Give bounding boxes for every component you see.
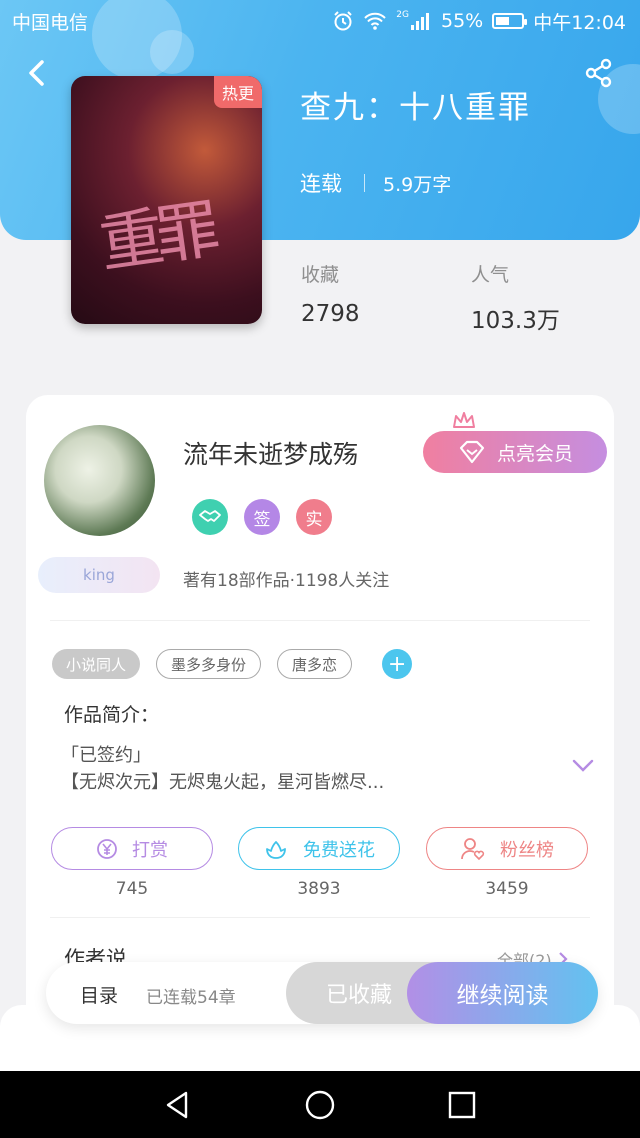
stat-label: 收藏	[301, 264, 340, 286]
chapter-count: 已连载54章	[146, 988, 236, 1008]
alarm-icon	[334, 11, 353, 31]
battery-percent: 55%	[441, 10, 484, 32]
author-works-info: 著有18部作品·1198人关注	[183, 571, 390, 591]
home-circle-icon[interactable]	[304, 1089, 336, 1121]
carrier-label: 中国电信	[12, 11, 89, 34]
fan-ranking-button[interactable]: 粉丝榜	[426, 827, 588, 870]
back-triangle-icon[interactable]	[162, 1089, 194, 1121]
book-cover[interactable]: 重罪 热更	[71, 76, 262, 324]
intro-title: 作品简介：	[64, 704, 160, 726]
fan-ranking-label: 粉丝榜	[500, 839, 554, 861]
divider	[50, 620, 590, 621]
author-name[interactable]: 流年未逝梦成殇	[183, 435, 358, 471]
stat-value: 2798	[301, 301, 360, 327]
bottom-action-bar: 目录 已连载54章 已收藏 继续阅读	[46, 962, 598, 1024]
verified-badge: 实	[296, 499, 332, 535]
hot-update-badge: 热更	[213, 76, 262, 108]
signal-icon	[411, 13, 429, 30]
book-title: 查九：十八重罪	[300, 90, 531, 126]
stat-popularity: 人气 103.3万	[471, 260, 560, 335]
tag-item[interactable]: 墨多多身份	[156, 649, 262, 679]
author-avatar[interactable]	[44, 425, 155, 536]
wifi-icon	[364, 12, 387, 30]
divider	[364, 174, 365, 192]
battery-icon	[492, 13, 528, 29]
stat-label: 人气	[471, 264, 510, 286]
cover-art-title: 重罪	[95, 193, 217, 283]
fan-count: 3459	[485, 879, 529, 899]
status-bar: 中国电信 2G 55% 中午12:04	[0, 0, 640, 42]
send-flower-label: 免费送花	[303, 839, 375, 861]
add-tag-button[interactable]: +	[382, 649, 413, 679]
author-badges: 签 实	[192, 499, 332, 535]
tag-item[interactable]: 小说同人	[52, 649, 141, 679]
diamond-icon	[459, 440, 485, 464]
word-count: 5.9万字	[383, 173, 452, 196]
tag-list: 小说同人 墨多多身份 唐多恋 +	[52, 649, 413, 679]
flower-icon	[266, 840, 286, 859]
tag-item[interactable]: 唐多恋	[277, 649, 353, 679]
network-type-label: 2G	[396, 10, 409, 20]
signed-badge: 签	[244, 499, 280, 535]
battery-fill	[496, 17, 510, 25]
reward-count: 745	[115, 879, 149, 899]
share-button[interactable]	[584, 58, 614, 88]
book-status-row: 连载 5.9万字	[300, 168, 451, 198]
send-flower-button[interactable]: 免费送花	[238, 827, 400, 870]
clock: 中午12:04	[533, 11, 626, 34]
king-level-badge: king	[38, 557, 160, 593]
recents-square-icon[interactable]	[446, 1089, 478, 1121]
chevron-down-icon[interactable]	[571, 757, 595, 773]
stat-favorites: 收藏 2798	[301, 260, 360, 327]
reward-button[interactable]: 打赏	[51, 827, 213, 870]
handshake-badge	[192, 499, 228, 535]
serial-status: 连载	[300, 172, 342, 196]
intro-line: 【无烬次元】无烬鬼火起，星河皆燃尽...	[61, 772, 385, 793]
crown-icon	[453, 412, 475, 428]
handshake-icon	[199, 510, 221, 522]
back-button[interactable]	[22, 58, 52, 88]
intro-line: 「已签约」	[61, 745, 151, 766]
vip-button[interactable]: 点亮会员	[423, 431, 607, 473]
reward-label: 打赏	[132, 839, 168, 861]
stat-value: 103.3万	[471, 308, 560, 334]
divider	[50, 917, 590, 918]
continue-reading-button[interactable]: 继续阅读	[407, 962, 598, 1024]
system-nav-bar	[0, 1071, 640, 1138]
author-card: king 流年未逝梦成殇 点亮会员 签 实 著有18部作品·1198人关注 小说…	[26, 395, 614, 1035]
status-icons: 2G 55% 中午12:04	[332, 8, 626, 35]
vip-button-label: 点亮会员	[496, 442, 573, 465]
user-heart-icon	[461, 837, 485, 860]
flower-count: 3893	[297, 879, 341, 899]
yen-coin-icon	[97, 838, 117, 859]
table-of-contents-button[interactable]: 目录	[80, 981, 118, 1008]
